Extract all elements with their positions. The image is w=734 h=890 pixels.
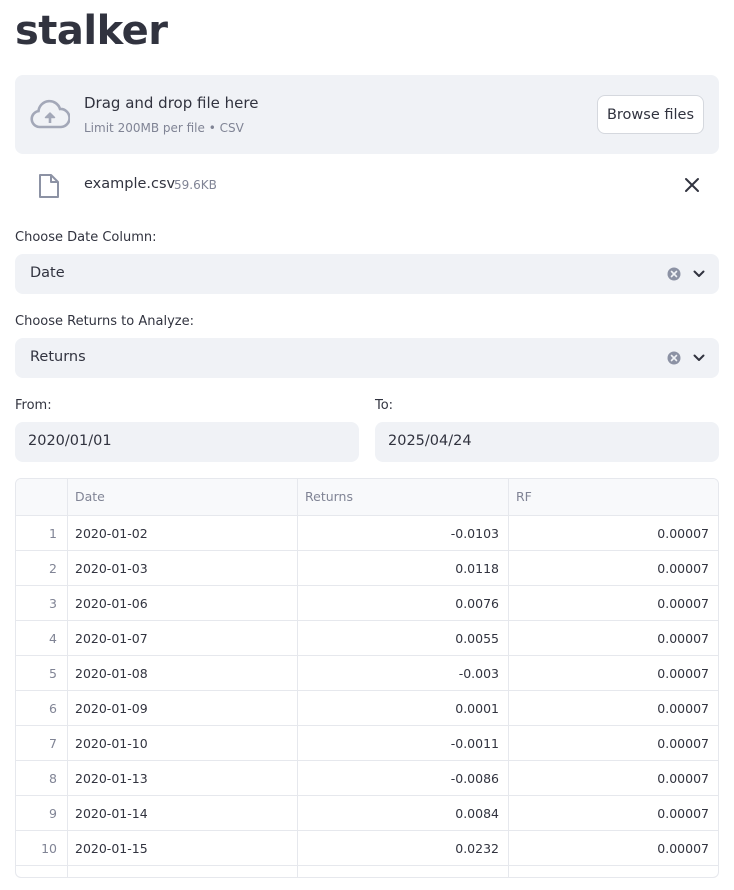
- cell-rf[interactable]: 0.00007: [509, 526, 709, 541]
- cell-date[interactable]: 2020-01-15: [75, 841, 148, 856]
- returns-column-value: Returns: [30, 349, 86, 365]
- cell-date[interactable]: 2020-01-09: [75, 701, 148, 716]
- date-column-value: Date: [30, 265, 65, 281]
- returns-column-select[interactable]: Returns: [15, 338, 719, 378]
- uploader-instructions: Drag and drop file here: [84, 94, 259, 112]
- row-index: 2: [49, 561, 57, 576]
- table-row[interactable]: 7 2020-01-10 -0.0011 0.00007: [16, 726, 718, 761]
- table-header: Date Returns RF: [16, 479, 718, 516]
- close-icon[interactable]: [682, 175, 702, 195]
- from-date-input[interactable]: 2020/01/01: [15, 422, 359, 462]
- table-row[interactable]: 1 2020-01-02 -0.0103 0.00007: [16, 516, 718, 551]
- date-column-select[interactable]: Date: [15, 254, 719, 294]
- row-index: 6: [49, 701, 57, 716]
- column-divider: [508, 479, 509, 877]
- cell-rf[interactable]: 0.00007: [509, 666, 709, 681]
- cell-returns[interactable]: -0.003: [298, 666, 499, 681]
- row-index: 8: [49, 771, 57, 786]
- uploader-limit-text: Limit 200MB per file • CSV: [84, 121, 244, 135]
- cell-date[interactable]: 2020-01-13: [75, 771, 148, 786]
- cell-rf[interactable]: 0.00007: [509, 806, 709, 821]
- cell-rf[interactable]: 0.00007: [509, 701, 709, 716]
- cell-date[interactable]: 2020-01-08: [75, 666, 148, 681]
- row-index: 4: [49, 631, 57, 646]
- cell-date[interactable]: 2020-01-07: [75, 631, 148, 646]
- file-size: 59.6KB: [174, 178, 217, 192]
- file-icon: [39, 174, 59, 198]
- cloud-upload-icon: [30, 99, 70, 129]
- table-row[interactable]: 10 2020-01-15 0.0232 0.00007: [16, 831, 718, 866]
- cell-rf[interactable]: 0.00007: [509, 596, 709, 611]
- cell-date[interactable]: 2020-01-14: [75, 806, 148, 821]
- uploaded-file-row: example.csv 59.6KB: [15, 167, 719, 205]
- cell-returns[interactable]: -0.0086: [298, 771, 499, 786]
- cell-rf[interactable]: 0.00007: [509, 736, 709, 751]
- cell-returns[interactable]: 0.0084: [298, 806, 499, 821]
- column-header-rf[interactable]: RF: [516, 489, 532, 504]
- chevron-down-icon[interactable]: [692, 351, 706, 365]
- table-row[interactable]: 6 2020-01-09 0.0001 0.00007: [16, 691, 718, 726]
- cell-returns[interactable]: 0.0118: [298, 561, 499, 576]
- row-index: 7: [49, 736, 57, 751]
- browse-files-button[interactable]: Browse files: [597, 95, 704, 134]
- table-row[interactable]: 9 2020-01-14 0.0084 0.00007: [16, 796, 718, 831]
- to-label: To:: [375, 398, 394, 413]
- table-row[interactable]: 2 2020-01-03 0.0118 0.00007: [16, 551, 718, 586]
- cell-date[interactable]: 2020-01-06: [75, 596, 148, 611]
- data-table[interactable]: Date Returns RF 1 2020-01-02 -0.0103 0.0000…: [15, 478, 719, 878]
- returns-column-label: Choose Returns to Analyze:: [15, 314, 194, 329]
- cell-date[interactable]: 2020-01-10: [75, 736, 148, 751]
- row-index: 5: [49, 666, 57, 681]
- cell-rf[interactable]: 0.00007: [509, 841, 709, 856]
- page-title: stalker: [15, 8, 168, 54]
- cell-rf[interactable]: 0.00007: [509, 771, 709, 786]
- row-index: 9: [49, 806, 57, 821]
- column-header-returns[interactable]: Returns: [305, 489, 353, 504]
- chevron-down-icon[interactable]: [692, 267, 706, 281]
- file-name: example.csv: [84, 176, 176, 192]
- table-row[interactable]: 5 2020-01-08 -0.003 0.00007: [16, 656, 718, 691]
- to-date-input[interactable]: 2025/04/24: [375, 422, 719, 462]
- cell-returns[interactable]: -0.0011: [298, 736, 499, 751]
- cell-returns[interactable]: 0.0232: [298, 841, 499, 856]
- column-divider: [67, 479, 68, 877]
- cell-returns[interactable]: 0.0076: [298, 596, 499, 611]
- row-index: 3: [49, 596, 57, 611]
- table-row[interactable]: 4 2020-01-07 0.0055 0.00007: [16, 621, 718, 656]
- row-index: 10: [41, 841, 57, 856]
- cell-returns[interactable]: -0.0103: [298, 526, 499, 541]
- file-uploader-dropzone[interactable]: Drag and drop file here Limit 200MB per …: [15, 75, 719, 154]
- column-header-date[interactable]: Date: [75, 489, 105, 504]
- cell-date[interactable]: 2020-01-03: [75, 561, 148, 576]
- cell-rf[interactable]: 0.00007: [509, 631, 709, 646]
- cell-returns[interactable]: 0.0001: [298, 701, 499, 716]
- column-divider: [297, 479, 298, 877]
- cell-returns[interactable]: 0.0055: [298, 631, 499, 646]
- from-label: From:: [15, 398, 52, 413]
- table-row[interactable]: 8 2020-01-13 -0.0086 0.00007: [16, 761, 718, 796]
- clear-icon[interactable]: [667, 351, 681, 365]
- date-column-label: Choose Date Column:: [15, 230, 157, 245]
- to-date-value: 2025/04/24: [388, 433, 472, 449]
- clear-icon[interactable]: [667, 267, 681, 281]
- table-row[interactable]: 3 2020-01-06 0.0076 0.00007: [16, 586, 718, 621]
- row-index: 1: [49, 526, 57, 541]
- cell-rf[interactable]: 0.00007: [509, 561, 709, 576]
- from-date-value: 2020/01/01: [28, 433, 112, 449]
- cell-date[interactable]: 2020-01-02: [75, 526, 148, 541]
